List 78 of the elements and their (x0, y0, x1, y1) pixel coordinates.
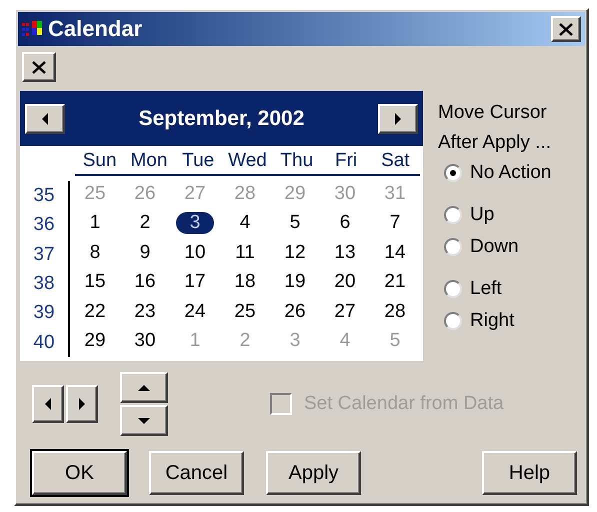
radio-button[interactable] (444, 280, 462, 298)
down-arrow-button[interactable] (120, 405, 168, 436)
day-cell[interactable]: 18 (234, 271, 256, 294)
week-number: 39 (32, 301, 56, 326)
week-number: 36 (32, 213, 56, 238)
day-cell[interactable]: 5 (290, 212, 300, 234)
day-cell[interactable]: 1 (90, 212, 100, 234)
day-cell[interactable]: 9 (140, 242, 150, 264)
dialog-button[interactable]: Cancel (149, 451, 244, 495)
next-month-button[interactable] (378, 104, 418, 134)
weekday-label: Tue (181, 149, 216, 173)
radio-label: Up (470, 202, 494, 227)
day-cell[interactable]: 17 (184, 271, 206, 294)
up-arrow-icon (138, 384, 150, 390)
left-arrow-button[interactable] (32, 385, 64, 423)
right-arrow-icon (79, 398, 85, 410)
day-cell[interactable]: 19 (284, 271, 306, 294)
day-cell[interactable]: 11 (235, 242, 255, 264)
day-cell[interactable]: 23 (134, 300, 156, 323)
day-cell[interactable]: 22 (84, 300, 106, 323)
weekday-label: Mon (129, 149, 168, 173)
day-cell[interactable]: 29 (84, 330, 106, 352)
weekday-label: Wed (227, 149, 268, 173)
day-cell[interactable]: 28 (384, 300, 406, 323)
window-title: Calendar (48, 18, 142, 40)
radio-button[interactable] (444, 206, 462, 224)
day-cell[interactable]: 27 (334, 300, 356, 323)
day-cell[interactable]: 12 (284, 242, 306, 264)
week-number: 40 (32, 330, 56, 355)
up-arrow-button[interactable] (120, 372, 168, 403)
radio-label: Down (470, 234, 519, 259)
left-arrow-icon (42, 112, 48, 124)
day-cell[interactable]: 2 (140, 212, 150, 234)
right-arrow-button[interactable] (66, 385, 98, 423)
day-cell[interactable]: 13 (334, 242, 356, 264)
dialog-button[interactable]: Help (482, 451, 577, 495)
day-cell[interactable]: 20 (334, 271, 356, 294)
day-cell[interactable]: 4 (240, 212, 250, 234)
close-icon (32, 60, 46, 74)
radio-button[interactable] (444, 312, 462, 330)
radio-label: No Action (470, 160, 552, 185)
radio-label: Left (470, 276, 502, 301)
day-cell[interactable]: 25 (234, 300, 256, 323)
day-cell[interactable]: 3 (176, 212, 214, 234)
day-cell[interactable]: 8 (90, 242, 100, 264)
day-cell[interactable]: 10 (184, 242, 206, 264)
dialog-button[interactable]: Apply (266, 451, 361, 495)
radio-button[interactable] (444, 238, 462, 256)
week-number: 35 (32, 184, 56, 208)
day-cell[interactable]: 14 (384, 242, 406, 264)
weekday-label: Sat (380, 149, 411, 173)
radio-label: Right (470, 308, 514, 333)
app-icon (22, 20, 44, 38)
month-title: September, 2002 (138, 106, 306, 132)
week-number: 37 (32, 242, 56, 267)
close-button[interactable] (551, 16, 581, 42)
weekday-label: Fri (334, 149, 358, 173)
day-cell[interactable]: 21 (384, 271, 406, 294)
radio-button[interactable] (444, 164, 462, 182)
previous-month-button[interactable] (25, 104, 65, 134)
day-cell[interactable]: 6 (340, 212, 350, 234)
close-button[interactable] (22, 52, 56, 82)
weekday-label: Sun (82, 149, 118, 173)
down-arrow-icon (138, 418, 150, 424)
day-cell[interactable]: 30 (134, 330, 156, 352)
day-cell[interactable]: 24 (184, 300, 206, 323)
close-icon (559, 22, 573, 36)
day-cell[interactable]: 16 (134, 271, 156, 294)
weekday-label: Thu (279, 149, 314, 173)
dialog-button[interactable]: OK (32, 451, 127, 495)
day-cell[interactable]: 15 (84, 271, 106, 294)
group-label: Move Cursor (438, 101, 548, 125)
day-cell[interactable]: 26 (284, 300, 306, 323)
week-number: 38 (32, 272, 56, 296)
group-label: After Apply ... (438, 131, 552, 155)
left-arrow-icon (45, 398, 51, 410)
right-arrow-icon (395, 112, 401, 124)
day-cell[interactable]: 7 (390, 212, 400, 234)
